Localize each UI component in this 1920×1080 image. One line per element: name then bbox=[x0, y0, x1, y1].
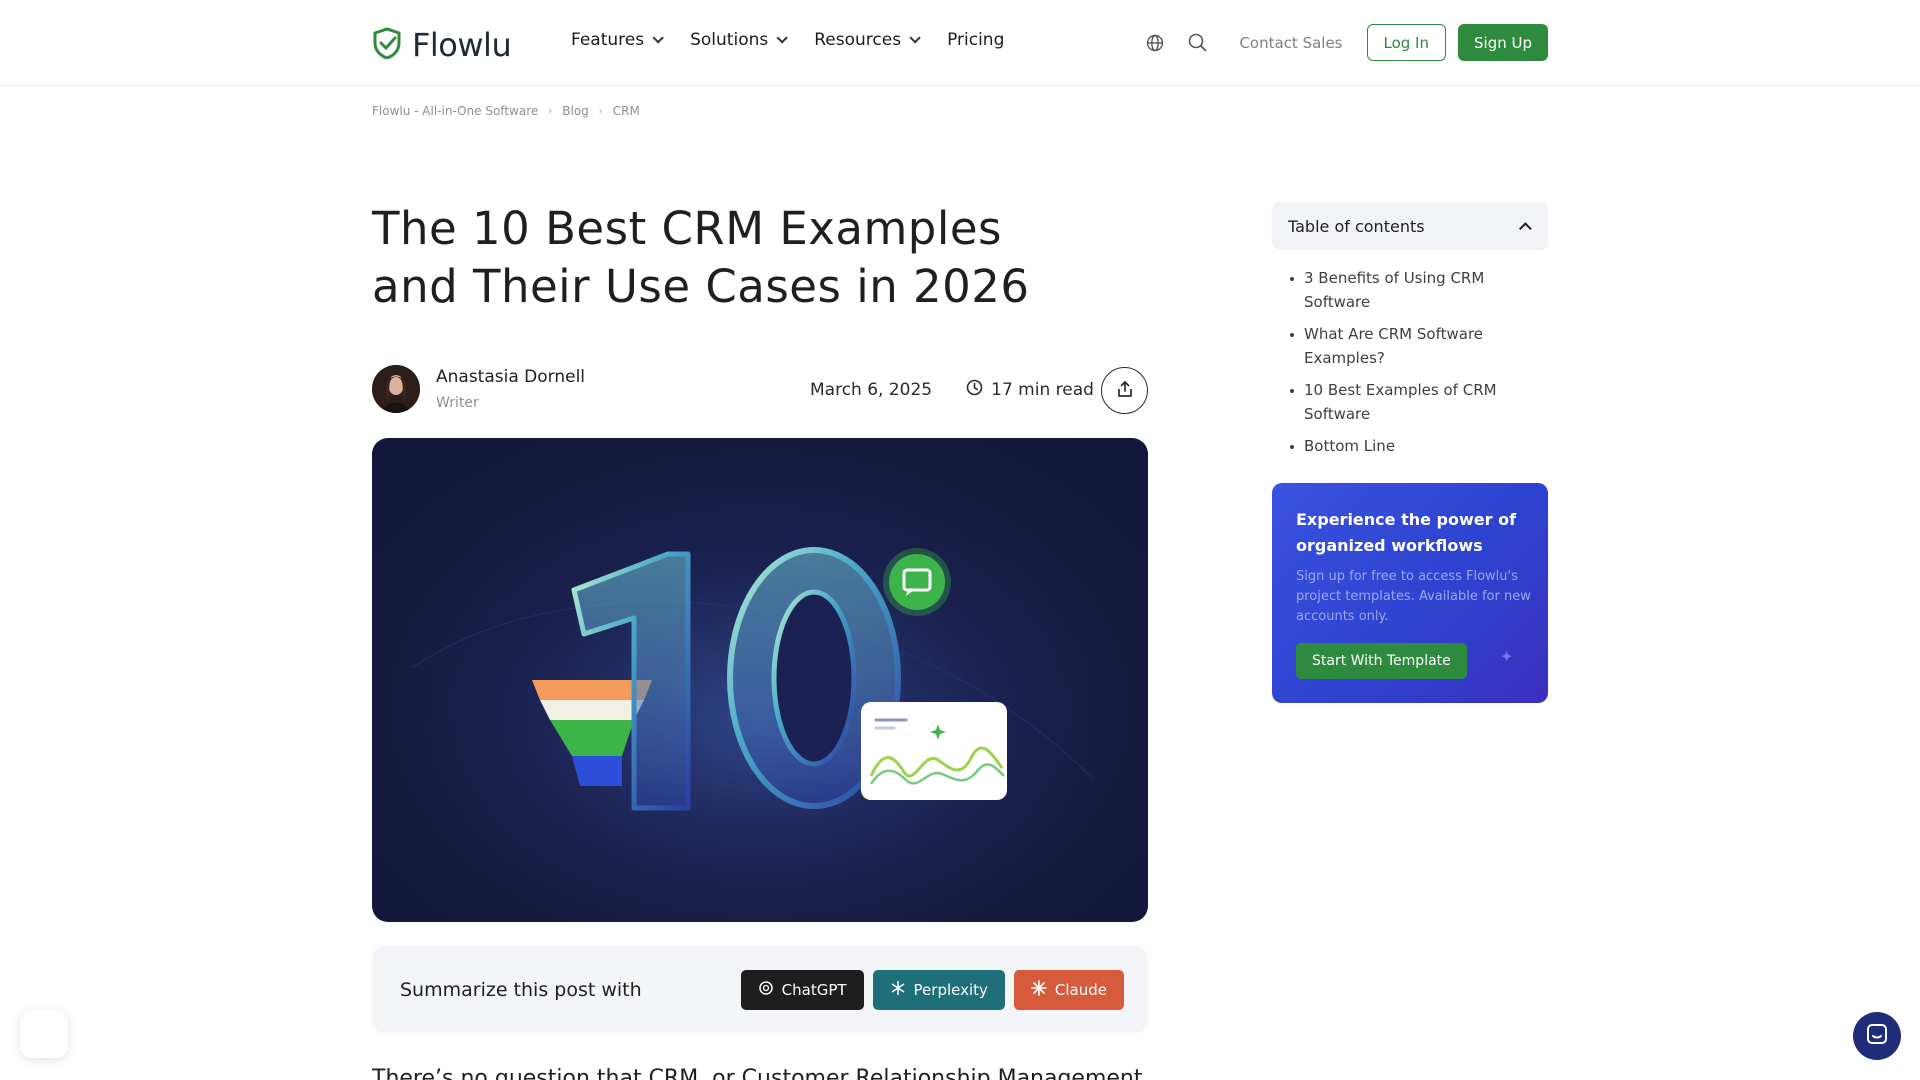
summarize-buttons: ChatGPT Perplexity Claude bbox=[740, 970, 1124, 1010]
page-title: The 10 Best CRM Examples and Their Use C… bbox=[372, 202, 1030, 313]
hero-image bbox=[372, 438, 1148, 922]
breadcrumb-blog[interactable]: Blog bbox=[562, 104, 589, 118]
contact-sales-link[interactable]: Contact Sales bbox=[1239, 34, 1342, 52]
header-actions: Contact Sales Log In Sign Up bbox=[1143, 24, 1548, 61]
read-time: 17 min read bbox=[966, 379, 1094, 401]
chatgpt-label: ChatGPT bbox=[781, 981, 847, 999]
logo[interactable]: Flowlu bbox=[372, 26, 512, 64]
article-body-first-line: There’s no question that CRM, or Custome… bbox=[372, 1066, 1143, 1080]
promo-card: Experience the power of organized workfl… bbox=[1272, 483, 1548, 703]
toc-header[interactable]: Table of contents bbox=[1272, 202, 1548, 250]
article-meta: March 6, 2025 17 min read bbox=[810, 379, 1094, 401]
breadcrumb-crm[interactable]: CRM bbox=[613, 104, 640, 118]
perplexity-button[interactable]: Perplexity bbox=[872, 970, 1005, 1010]
floating-widget[interactable] bbox=[20, 1010, 68, 1058]
author-role: Writer bbox=[436, 395, 479, 411]
chatgpt-icon bbox=[758, 980, 774, 1000]
summarize-label: Summarize this post with bbox=[400, 979, 642, 1001]
main-nav: Features Solutions Resources Pricing bbox=[571, 30, 1004, 50]
chevron-down-icon bbox=[909, 32, 921, 44]
nav-pricing[interactable]: Pricing bbox=[947, 30, 1004, 50]
author-name[interactable]: Anastasia Dornell bbox=[436, 367, 585, 387]
breadcrumb: Flowlu - All-in-One Software › Blog › CR… bbox=[372, 104, 640, 118]
site-header: Flowlu Features Solutions Resources Pric… bbox=[0, 0, 1920, 86]
promo-title: Experience the power of organized workfl… bbox=[1296, 510, 1517, 555]
toc-title: Table of contents bbox=[1288, 216, 1425, 236]
nav-solutions[interactable]: Solutions bbox=[690, 30, 789, 50]
nav-resources-label: Resources bbox=[814, 30, 902, 50]
chat-icon bbox=[1866, 1023, 1888, 1049]
perplexity-label: Perplexity bbox=[913, 981, 988, 999]
start-with-template-button[interactable]: Start With Template bbox=[1296, 643, 1467, 679]
claude-button[interactable]: Claude bbox=[1013, 970, 1124, 1010]
breadcrumb-separator-icon: › bbox=[598, 105, 603, 117]
claude-label: Claude bbox=[1054, 981, 1107, 999]
chatgpt-button[interactable]: ChatGPT bbox=[740, 970, 864, 1010]
read-time-label: 17 min read bbox=[991, 380, 1094, 400]
chevron-up-icon bbox=[1519, 221, 1532, 235]
chat-widget-button[interactable] bbox=[1853, 1012, 1901, 1060]
nav-features-label: Features bbox=[571, 30, 645, 50]
toc-item[interactable]: What Are CRM Software Examples? bbox=[1290, 322, 1548, 370]
logo-check-icon bbox=[372, 27, 402, 63]
sparkle-icon: ✦ bbox=[1500, 647, 1514, 666]
toc-list: 3 Benefits of Using CRM Software What Ar… bbox=[1290, 266, 1548, 466]
author-avatar bbox=[372, 365, 420, 413]
clock-icon bbox=[966, 379, 983, 401]
share-icon bbox=[1116, 380, 1134, 402]
signup-button[interactable]: Sign Up bbox=[1458, 24, 1548, 61]
chevron-down-icon bbox=[776, 32, 789, 44]
breadcrumb-separator-icon: › bbox=[548, 105, 553, 117]
nav-features[interactable]: Features bbox=[571, 30, 664, 50]
toc-item[interactable]: 3 Benefits of Using CRM Software bbox=[1290, 266, 1548, 314]
claude-icon bbox=[1031, 980, 1047, 1000]
search-icon[interactable] bbox=[1185, 31, 1209, 55]
toc-item[interactable]: 10 Best Examples of CRM Software bbox=[1290, 378, 1548, 426]
nav-solutions-label: Solutions bbox=[690, 30, 769, 50]
perplexity-icon bbox=[890, 980, 906, 1000]
nav-pricing-label: Pricing bbox=[947, 30, 1005, 50]
chevron-down-icon bbox=[652, 32, 664, 44]
summarize-panel: Summarize this post with ChatGPT Perplex… bbox=[372, 946, 1148, 1033]
breadcrumb-home[interactable]: Flowlu - All-in-One Software bbox=[372, 104, 538, 118]
logo-text: Flowlu bbox=[412, 26, 512, 64]
hero-illustration bbox=[372, 438, 1148, 922]
toc-item[interactable]: Bottom Line bbox=[1290, 434, 1548, 458]
globe-icon[interactable] bbox=[1143, 31, 1167, 55]
nav-resources[interactable]: Resources bbox=[814, 30, 921, 50]
publish-date: March 6, 2025 bbox=[810, 380, 933, 400]
login-button[interactable]: Log In bbox=[1366, 24, 1446, 61]
share-button[interactable] bbox=[1101, 367, 1148, 414]
promo-text: Sign up for free to access Flowlu's proj… bbox=[1296, 569, 1531, 624]
